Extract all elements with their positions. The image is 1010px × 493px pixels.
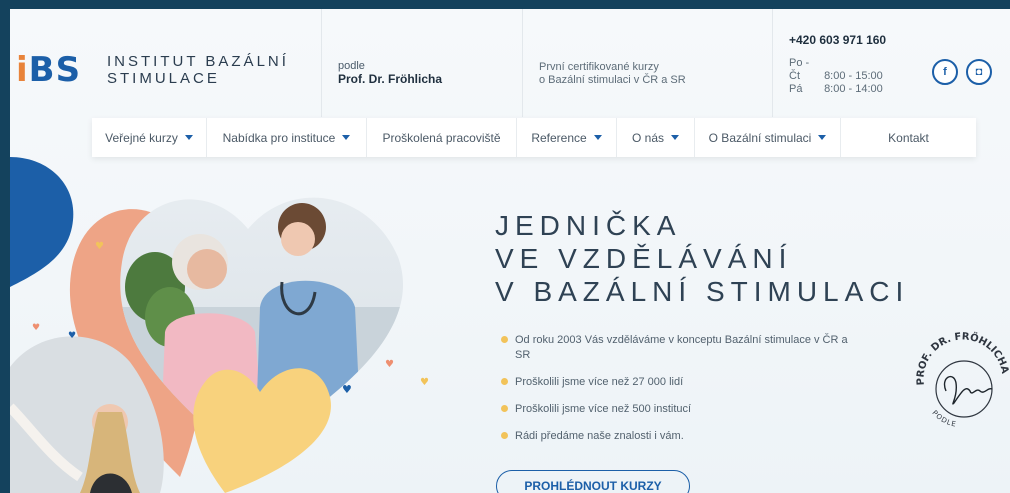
podle-block: podle Prof. Dr. Fröhlicha	[338, 60, 442, 87]
institute-name-line2: STIMULACE	[107, 70, 220, 87]
institute-name: INSTITUT BAZÁLNÍ STIMULACE	[107, 53, 289, 87]
nav-institutions[interactable]: Nabídka pro instituce	[207, 118, 367, 157]
hero-heading-line2: VE VZDĚLÁVÁNÍ	[495, 243, 793, 274]
nav-public-courses[interactable]: Veřejné kurzy	[92, 118, 207, 157]
main-nav: Veřejné kurzy Nabídka pro instituce Proš…	[92, 118, 976, 157]
hours-row: Po - Čt 8:00 - 15:00	[789, 57, 883, 82]
browse-courses-button[interactable]: PROHLÉDNOUT KURZY	[496, 470, 690, 493]
stamp-arc-text: PROF. DR. FRÖHLICHA	[915, 329, 1010, 385]
frohlich-stamp: PROF. DR. FRÖHLICHA PODLE	[915, 329, 1010, 429]
chevron-down-icon	[593, 135, 602, 140]
signature	[943, 375, 993, 405]
nav-about[interactable]: O nás	[617, 118, 695, 157]
phone-number[interactable]: +420 603 971 160	[789, 33, 886, 47]
blue-heart-shape	[10, 157, 74, 287]
nav-contact[interactable]: Kontakt	[841, 118, 976, 157]
svg-text:♥: ♥	[32, 323, 40, 333]
svg-text:♥: ♥	[95, 241, 104, 252]
list-item: Proškolili jsme více než 500 institucí	[500, 402, 850, 417]
page: iBS INSTITUT BAZÁLNÍ STIMULACE podle Pro…	[10, 9, 1010, 493]
instagram-icon[interactable]: ◘	[966, 59, 992, 85]
podle-name: Prof. Dr. Fröhlicha	[338, 72, 443, 86]
nav-about-basal-stimulation[interactable]: O Bazální stimulaci	[695, 118, 841, 157]
hero-illustration: ♥ ♥ ♥ ♥ ♥ ♥	[10, 157, 429, 493]
courses-note-line1: První certifikované kurzy	[539, 61, 659, 73]
header-divider	[321, 9, 322, 117]
header-divider	[772, 9, 773, 117]
opening-hours: Po - Čt 8:00 - 15:00 Pá 8:00 - 14:00	[789, 57, 886, 96]
logo-letters: BS	[28, 50, 82, 90]
svg-text:♥: ♥	[342, 383, 352, 396]
logo[interactable]: iBS	[16, 53, 81, 87]
svg-text:♥: ♥	[68, 331, 76, 341]
hero-bullets: Od roku 2003 Vás vzděláváme v konceptu B…	[500, 333, 850, 456]
hero-heading-line3: V BAZÁLNÍ STIMULACI	[495, 276, 910, 307]
institute-name-line1: INSTITUT BAZÁLNÍ	[107, 53, 289, 70]
list-item: Rádi předáme naše znalosti i vám.	[500, 429, 850, 444]
chevron-down-icon	[671, 135, 679, 140]
hero-heading: JEDNIČKA VE VZDĚLÁVÁNÍ V BAZÁLNÍ STIMULA…	[495, 209, 909, 308]
chevron-down-icon	[818, 135, 827, 140]
contact-block: +420 603 971 160 Po - Čt 8:00 - 15:00 Pá…	[789, 33, 886, 96]
svg-text:♥: ♥	[420, 377, 429, 388]
nav-references[interactable]: Reference	[517, 118, 617, 157]
logo-initial: i	[16, 50, 29, 90]
nav-trained-workplaces[interactable]: Proškolená pracoviště	[367, 118, 517, 157]
list-item: Od roku 2003 Vás vzděláváme v konceptu B…	[500, 333, 850, 363]
svg-text:♥: ♥	[385, 359, 394, 370]
chevron-down-icon	[342, 135, 351, 140]
header-divider	[522, 9, 523, 117]
courses-note-line2: o Bazální stimulaci v ČR a SR	[539, 74, 686, 86]
stamp-bottom-text: PODLE	[930, 409, 957, 429]
hero-heading-line1: JEDNIČKA	[495, 210, 682, 241]
certified-courses-note: První certifikované kurzy o Bazální stim…	[539, 61, 686, 87]
list-item: Proškolili jsme více než 27 000 lidí	[500, 375, 850, 390]
facebook-icon[interactable]: f	[932, 59, 958, 85]
hours-row: Pá 8:00 - 14:00	[789, 83, 883, 95]
chevron-down-icon	[184, 135, 193, 140]
